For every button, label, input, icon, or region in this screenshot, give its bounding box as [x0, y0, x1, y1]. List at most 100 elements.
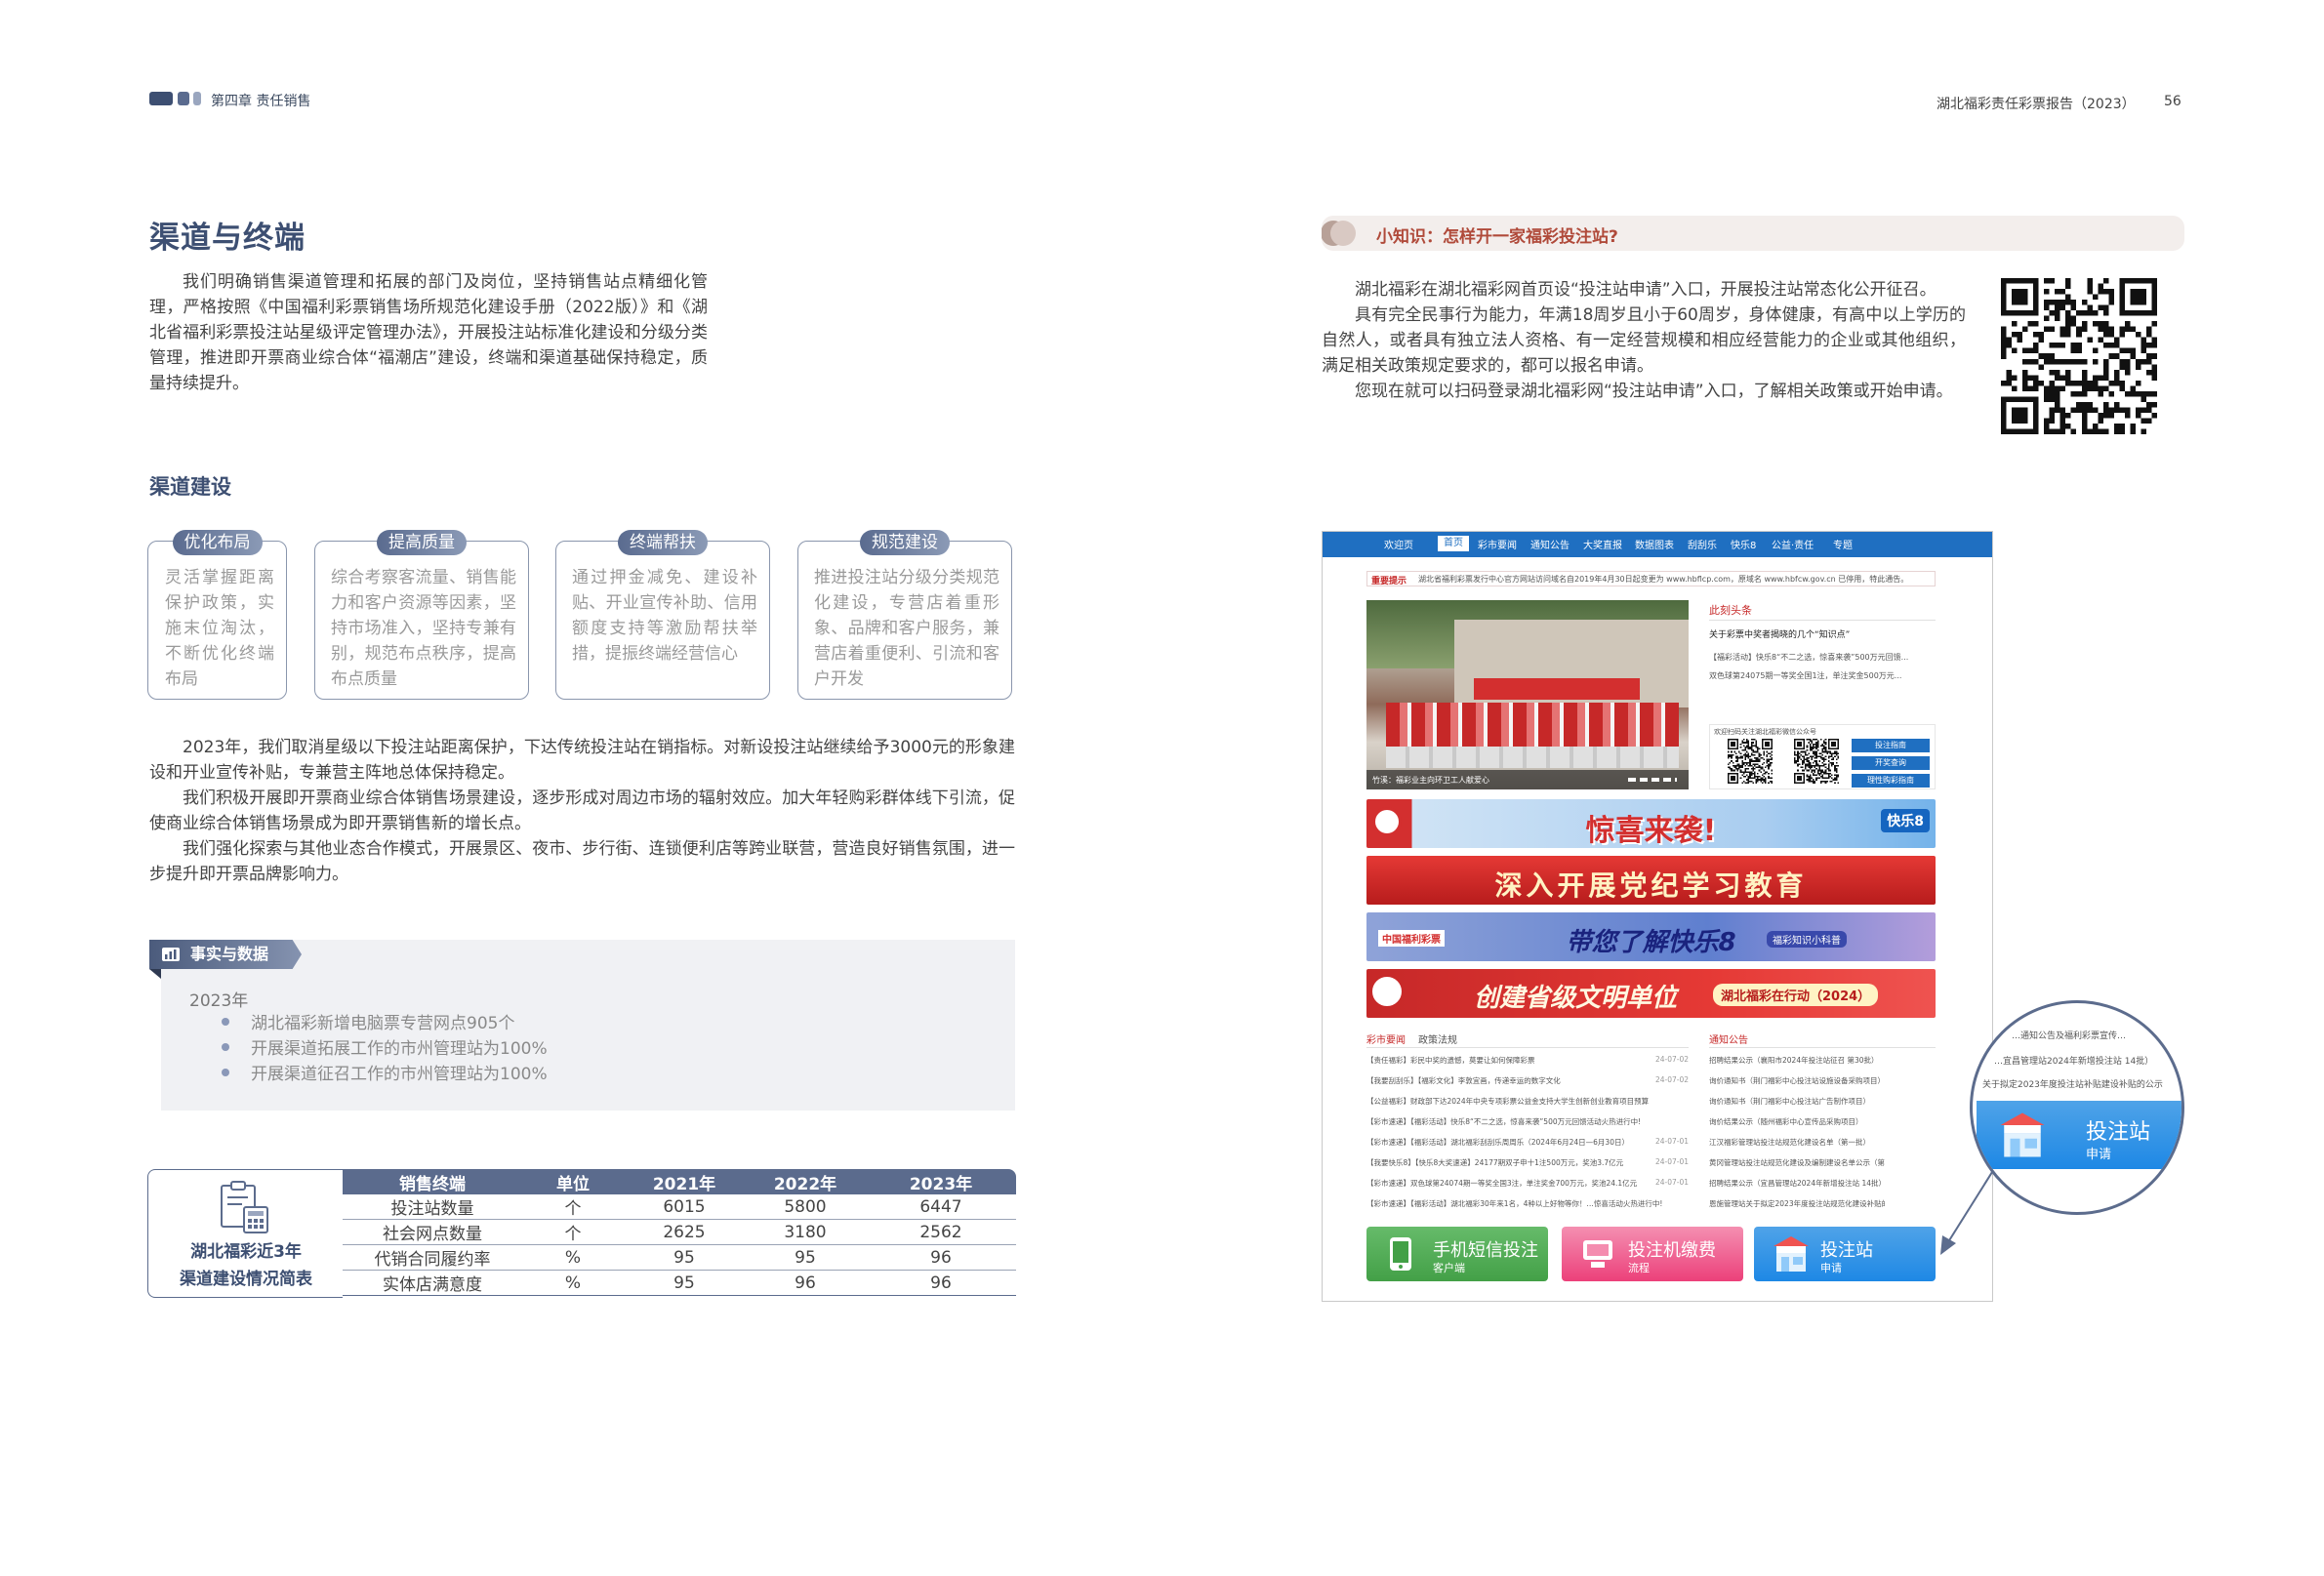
button-sublabel: 流程 [1628, 1262, 1650, 1274]
table-cell: 6015 [624, 1194, 745, 1220]
notice-item[interactable]: 招聘结果公示（襄阳市2024年投注站征召 第30批） [1709, 1055, 1885, 1075]
news-item[interactable]: 【我要快乐8】【快乐8大奖速递】24177期双子申十1注500万元，奖池3.7亿… [1366, 1157, 1689, 1178]
notice-item[interactable]: 询价通知书（荆门福彩中心投注站设施设备采购项目） [1709, 1075, 1885, 1096]
tip-marker-icon [1322, 221, 1356, 246]
table-row: 代销合同履约率 % 95 95 96 [343, 1244, 1016, 1271]
news-item[interactable]: 【彩市速递】双色球第24074期一等奖全国3注，单注奖金700万元，奖池24.1… [1366, 1178, 1689, 1198]
banner-party-education[interactable]: 深入开展党纪学习教育 [1366, 856, 1936, 905]
banner-kl8[interactable]: 惊喜来袭! 快乐8 [1366, 799, 1936, 848]
card-title: 终端帮扶 [618, 530, 708, 555]
news-item-text: 【彩市速递】【福彩活动】湖北福彩刮刮乐周周乐（2024年6月24日—6月30日） [1366, 1138, 1629, 1147]
card-improve-quality: 提高质量 综合考察客流量、销售能力和客户资源等因素，坚持市场准入，坚持专兼有别，… [314, 530, 529, 700]
news-item[interactable]: 【责任福彩】彩民中奖的遗憾，莫要让如何保障彩票 24-07-02 [1366, 1055, 1689, 1075]
qr-code-icon [1728, 739, 1773, 784]
nav-item[interactable]: 公益·责任 [1772, 537, 1814, 551]
card-title: 规范建设 [860, 530, 950, 555]
news-photo[interactable]: 竹溪：福彩业主向环卫工人献爱心 [1366, 600, 1689, 789]
page-number: 56 [2164, 94, 2181, 109]
table-cell: 95 [624, 1270, 745, 1296]
tip-title: 小知识：怎样开一家福彩投注站? [1376, 227, 1618, 247]
chapter-marker [149, 92, 201, 105]
table-cell: 2562 [866, 1219, 1016, 1245]
terminal-payment-button[interactable]: 投注机缴费 流程 [1562, 1227, 1743, 1281]
terminal-icon [1583, 1240, 1612, 1268]
news-rule [1366, 1047, 1689, 1048]
news-item[interactable]: 【彩市速递】【福彩活动】湖北福彩刮刮乐周周乐（2024年6月24日—6月30日）… [1366, 1137, 1689, 1157]
nav-item[interactable]: 快乐8 [1731, 537, 1756, 551]
nav-item[interactable]: 数据图表 [1635, 537, 1674, 551]
station-apply-button[interactable]: 投注站 申请 [1754, 1227, 1936, 1281]
table-cell: 个 [522, 1219, 624, 1245]
button-sublabel: 客户端 [1433, 1262, 1465, 1274]
body-paragraphs: 2023年，我们取消星级以下投注站距离保护，下达传统投注站在销指标。对新设投注站… [149, 735, 1015, 887]
website-screenshot: 欢迎页 首页 彩市要闻 通知公告 大奖直报 数据图表 刮刮乐 快乐8 公益·责任… [1322, 531, 1993, 1302]
news-item-text: 【公益福彩】财政部下达2024年中央专项彩票公益金支持大学生创新创业教育项目预算 [1366, 1097, 1650, 1106]
banner-civilized-unit[interactable]: 创建省级文明单位 湖北福彩在行动（2024） [1366, 969, 1936, 1018]
card-body: 推进投注站分级分类规范化建设，专营店着重形象、品牌和客户服务，兼营店着重便利、引… [814, 568, 999, 689]
button-label: 投注站 [1820, 1240, 1873, 1261]
nav-item[interactable]: 首页 [1438, 536, 1469, 551]
table-cell: 5800 [745, 1194, 866, 1220]
nav-item[interactable]: 大奖直报 [1583, 537, 1622, 551]
news-item-text: 【责任福彩】彩民中奖的遗憾，莫要让如何保障彩票 [1366, 1056, 1535, 1065]
notice-item[interactable]: 询价通知书（荆门福彩中心投注站广告制作项目） [1709, 1096, 1885, 1116]
notice-item[interactable]: 招聘结果公示（宜昌管理站2024年新增投注站 14批） [1709, 1178, 1885, 1198]
fact-item: 开展渠道拓展工作的市州管理站为100% [222, 1036, 905, 1062]
card-title: 优化布局 [172, 530, 263, 555]
magnifier-line: …通知公告及福利彩票宣传… [2012, 1031, 2127, 1041]
headline-item[interactable]: 关于彩票中奖者揭晓的几个“知识点” [1709, 627, 1936, 640]
button-sublabel: 申请 [1820, 1262, 1842, 1274]
notice-item[interactable]: 江汉福彩管理站投注站规范化建设名单（第一批） [1709, 1137, 1885, 1157]
table-cell: 95 [745, 1244, 866, 1271]
notice-item[interactable]: 询价结果公示（随州福彩中心宣传品采购项目） [1709, 1116, 1885, 1137]
table-cell: 3180 [745, 1219, 866, 1245]
nav-item[interactable]: 专题 [1833, 537, 1853, 551]
card-body: 通过押金减免、建设补贴、开业宣传补助、信用额度支持等激励帮扶举措，提振终端经营信… [572, 568, 757, 664]
news-tab[interactable]: 政策法规 [1418, 1031, 1457, 1046]
qr-code-icon[interactable] [2001, 278, 2157, 434]
facts-tab-fold [149, 969, 161, 979]
sms-betting-button[interactable]: 手机短信投注 客户端 [1366, 1227, 1548, 1281]
side-button[interactable]: 开奖查询 [1852, 756, 1930, 770]
table-caption-line: 湖北福彩近3年 [190, 1242, 302, 1262]
side-button[interactable]: 投注指南 [1852, 739, 1930, 752]
news-item-text: 【彩市速递】【福彩活动】湖北福彩30年来1名，4种以上好物等你！…惊喜活动火热进… [1366, 1199, 1663, 1208]
photo-dots[interactable] [1628, 778, 1677, 782]
notice-item[interactable]: 恩施管理站关于拟定2023年度投注站规范化建设补贴的公示 [1709, 1198, 1885, 1219]
magnifier-circle: …通知公告及福利彩票宣传… …宜昌管理站2024年新增投注站 14批） 关于拟定… [1970, 1000, 2184, 1215]
notice-title[interactable]: 通知公告 [1709, 1031, 1748, 1046]
tip-paragraph: 湖北福彩在湖北福彩网首页设“投注站申请”入口，开展投注站常态化公开征召。 [1355, 280, 1937, 300]
table-row: 实体店满意度 % 95 96 96 [343, 1270, 1016, 1296]
table-cell: 95 [624, 1244, 745, 1271]
banner-kl8-guide[interactable]: 中国福利彩票 带您了解快乐8 福彩知识小科普 [1366, 912, 1936, 961]
qr-code-icon [1794, 739, 1839, 784]
nav-item[interactable]: 欢迎页 [1384, 537, 1413, 551]
table-cell: 96 [866, 1270, 1016, 1296]
news-item[interactable]: 【我要刮刮乐】【福彩文化】李敦宜画，传递幸运的数字文化 24-07-02 [1366, 1075, 1689, 1096]
notice-item[interactable]: 黄冈管理站投注站规范化建设及编制建设名单公示（第… [1709, 1157, 1885, 1178]
table-cell: % [522, 1244, 624, 1271]
section-title: 渠道与终端 [149, 221, 306, 256]
news-tab[interactable]: 彩市要闻 [1366, 1031, 1406, 1046]
table-caption-box: 湖北福彩近3年 渠道建设情况简表 [147, 1169, 343, 1298]
table-header: 2021年 [624, 1169, 745, 1194]
magnifier-label: 投注站 [2086, 1120, 2151, 1145]
nav-item[interactable]: 彩市要闻 [1478, 537, 1517, 551]
nav-item[interactable]: 通知公告 [1530, 537, 1570, 551]
headline-item[interactable]: 双色球第24075期一等奖全国1注，单注奖金500万元... [1709, 670, 1936, 681]
side-button[interactable]: 理性购彩指南 [1852, 774, 1930, 788]
chapter-label: 第四章 责任销售 [211, 94, 311, 109]
table-cell: 96 [866, 1244, 1016, 1271]
table-cell: 2625 [624, 1219, 745, 1245]
table-header: 单位 [522, 1169, 624, 1194]
nav-item[interactable]: 刮刮乐 [1688, 537, 1717, 551]
chart-icon [162, 948, 180, 961]
fact-item: 开展渠道征召工作的市州管理站为100% [222, 1062, 905, 1087]
news-item[interactable]: 【公益福彩】财政部下达2024年中央专项彩票公益金支持大学生创新创业教育项目预算 [1366, 1096, 1689, 1116]
news-item[interactable]: 【彩市速递】【福彩活动】湖北福彩30年来1名，4种以上好物等你！…惊喜活动火热进… [1366, 1198, 1689, 1219]
table-header: 2023年 [866, 1169, 1016, 1194]
card-standard-building: 规范建设 推进投注站分级分类规范化建设，专营店着重形象、品牌和客户服务，兼营店着… [797, 530, 1012, 700]
news-item[interactable]: 【彩市速递】【福彩活动】快乐8“不二之选，惊喜来袭”500万元回馈活动火热进行中… [1366, 1116, 1689, 1137]
news-item-text: 【彩市速递】【福彩活动】快乐8“不二之选，惊喜来袭”500万元回馈活动火热进行中… [1366, 1117, 1642, 1126]
headline-item[interactable]: 【福彩活动】快乐8“不二之选，惊喜来袭”500万元回馈... [1709, 652, 1936, 663]
